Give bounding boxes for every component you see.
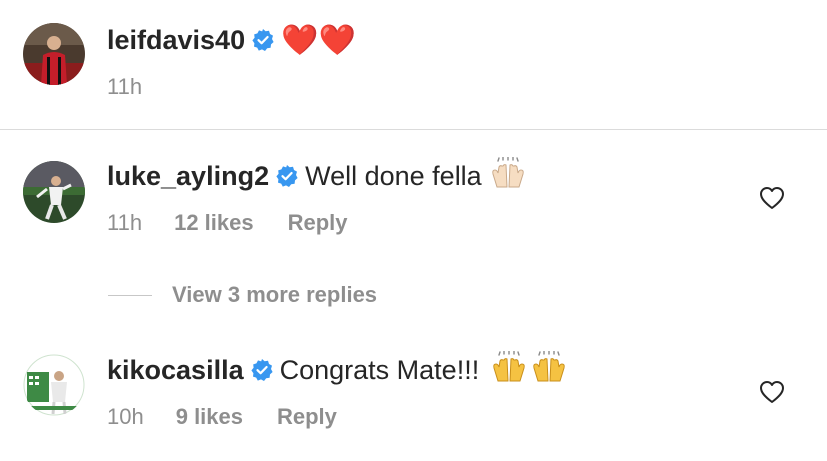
heart-outline-icon[interactable] xyxy=(759,186,785,210)
view-more-replies-label[interactable]: View 3 more replies xyxy=(172,282,377,308)
divider xyxy=(0,129,827,130)
avatar-kikocasilla[interactable] xyxy=(23,354,85,416)
comment-likes-count[interactable]: 9 likes xyxy=(176,404,243,430)
verified-badge-icon xyxy=(275,164,299,188)
avatar-leifdavis40[interactable] xyxy=(23,23,85,85)
verified-badge-icon xyxy=(251,28,275,52)
comment-timestamp: 10h xyxy=(107,404,144,429)
view-more-replies-button[interactable]: View 3 more replies xyxy=(108,282,377,308)
verified-badge-icon xyxy=(250,358,274,382)
avatar-luke-ayling2[interactable] xyxy=(23,161,85,223)
comment-username[interactable]: kikocasilla xyxy=(107,355,244,386)
comment-likes-count[interactable]: 12 likes xyxy=(174,210,254,236)
comment-text: Congrats Mate!!! xyxy=(279,354,480,385)
reply-button[interactable]: Reply xyxy=(277,404,337,430)
post-username[interactable]: leifdavis40 xyxy=(107,25,245,56)
replies-line-divider xyxy=(108,294,152,296)
raised-hands-icon xyxy=(489,349,569,390)
heart-outline-icon[interactable] xyxy=(759,380,785,404)
raised-hands-icon xyxy=(488,155,528,196)
reply-button[interactable]: Reply xyxy=(288,210,348,236)
comment-username[interactable]: luke_ayling2 xyxy=(107,161,269,192)
post-caption: ❤️❤️ xyxy=(281,23,356,57)
comments-panel: leifdavis40 ❤️❤️ 11h luke_ayling2 Well d… xyxy=(0,0,827,461)
comment-text: Well done fella xyxy=(305,160,482,191)
comment-timestamp: 11h xyxy=(107,210,143,235)
post-timestamp: 11h xyxy=(107,74,143,99)
